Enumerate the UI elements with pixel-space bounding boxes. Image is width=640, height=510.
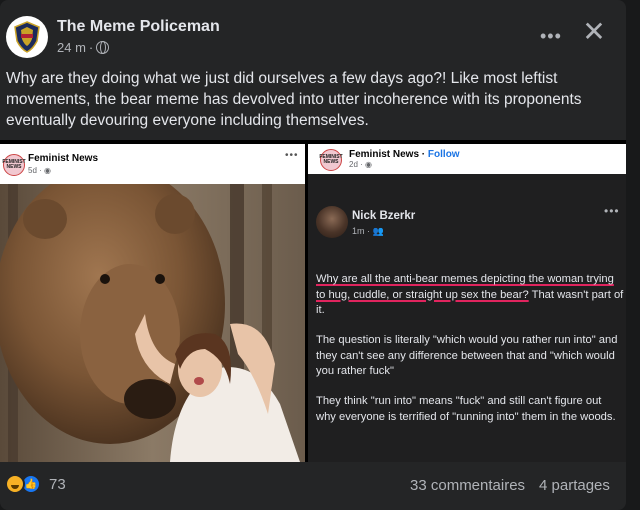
- shared-meta: 5d · ◉: [28, 166, 51, 175]
- comments-count-link[interactable]: 33 commentaires: [410, 477, 525, 494]
- shared-screenshot-left: FEMINIST NEWS Feminist News 5d · ◉ •••: [0, 144, 305, 462]
- shared-header-right: FEMINIST NEWS Feminist News · Follow 2d …: [308, 144, 626, 174]
- shared-page-name-right-label: Feminist News: [349, 149, 420, 160]
- page-avatar[interactable]: [6, 16, 48, 58]
- globe-icon: ◉: [365, 160, 372, 169]
- comment-meta: 1m · 👥: [352, 226, 384, 236]
- shared-time: 5d: [28, 166, 37, 175]
- reactions-summary[interactable]: 👍 73: [5, 474, 66, 494]
- comment-paragraph-2: The question is literally "which would y…: [316, 334, 618, 377]
- more-icon: •••: [285, 150, 299, 161]
- shared-page-name: Feminist News: [28, 153, 99, 164]
- post-meta: 24 m ·: [57, 40, 110, 55]
- more-options-button[interactable]: •••: [540, 26, 562, 47]
- shared-time-right: 2d: [349, 160, 358, 169]
- post-text: Why are they doing what we just did ours…: [6, 70, 582, 129]
- bear-woman-photo: [0, 184, 305, 462]
- post-header: The Meme Policeman 24 m · ••• ✕: [6, 12, 621, 64]
- post-footer: 👍 73 33 commentaires 4 partages: [0, 462, 626, 510]
- post-media[interactable]: FEMINIST NEWS Feminist News 5d · ◉ ••• F…: [0, 140, 626, 462]
- globe-icon: ◉: [44, 166, 51, 175]
- feminist-news-avatar-right: FEMINIST NEWS: [319, 149, 343, 171]
- comment-paragraph-1: Why are all the anti-bear memes depictin…: [316, 272, 624, 319]
- friends-icon: 👥: [372, 226, 384, 236]
- reaction-count: 73: [49, 475, 66, 493]
- post-time[interactable]: 24 m: [57, 40, 86, 55]
- comment-time: 1m: [352, 226, 365, 236]
- shared-header: FEMINIST NEWS Feminist News 5d · ◉ •••: [0, 144, 305, 184]
- close-icon[interactable]: ✕: [580, 18, 608, 46]
- feminist-news-avatar: FEMINIST NEWS: [2, 154, 26, 176]
- commenter-avatar: [316, 206, 348, 238]
- comment-more-icon: •••: [604, 204, 620, 218]
- comment-paragraph-3: They think "run into" means "fuck" and s…: [316, 395, 616, 423]
- shares-count-link[interactable]: 4 partages: [539, 477, 610, 494]
- shared-page-name-right: Feminist News · Follow: [349, 149, 460, 160]
- shared-meta-right: 2d · ◉: [349, 160, 372, 169]
- haha-reaction-icon: [5, 474, 25, 494]
- follow-link: Follow: [427, 149, 460, 160]
- post-card: The Meme Policeman 24 m · ••• ✕ Why are …: [0, 0, 626, 510]
- police-badge-icon: [14, 21, 40, 53]
- page-name[interactable]: The Meme Policeman: [57, 18, 220, 36]
- bear-photo-illustration: [0, 184, 305, 462]
- shared-screenshot-right: FEMINIST NEWS Feminist News · Follow 2d …: [308, 144, 626, 462]
- commenter-name: Nick Bzerkr: [352, 210, 416, 222]
- globe-icon: [96, 41, 110, 54]
